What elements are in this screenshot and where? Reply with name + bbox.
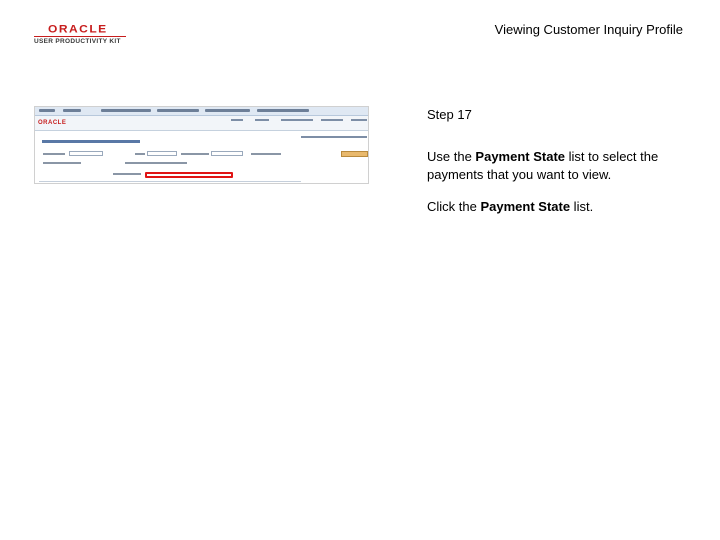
logo-wordmark: ORACLE <box>48 22 108 36</box>
thumbnail-nav-bar <box>35 107 368 116</box>
thumbnail-oracle-logo: ORACLE <box>38 120 67 126</box>
logo-divider <box>34 36 126 37</box>
step-action: Click the Payment State list. <box>427 199 594 214</box>
thumbnail-page-heading <box>42 140 140 143</box>
document-title: Viewing Customer Inquiry Profile <box>494 22 683 37</box>
thumbnail-search-button <box>341 151 368 157</box>
oracle-upk-logo: ORACLE USER PRODUCTIVITY KIT <box>34 22 126 48</box>
application-screenshot-thumbnail: ORACLE <box>34 106 369 184</box>
payment-state-list-highlight[interactable] <box>145 172 233 178</box>
instruction-field-name: Payment State <box>475 149 566 164</box>
thumbnail-header: ORACLE <box>35 116 368 131</box>
action-field-name: Payment State <box>480 199 571 214</box>
step-instruction: Use the Payment State list to select the… <box>427 149 659 182</box>
logo-product-name: USER PRODUCTIVITY KIT <box>34 38 121 45</box>
step-label: Step 17 <box>427 107 472 122</box>
thumbnail-field <box>69 151 103 156</box>
